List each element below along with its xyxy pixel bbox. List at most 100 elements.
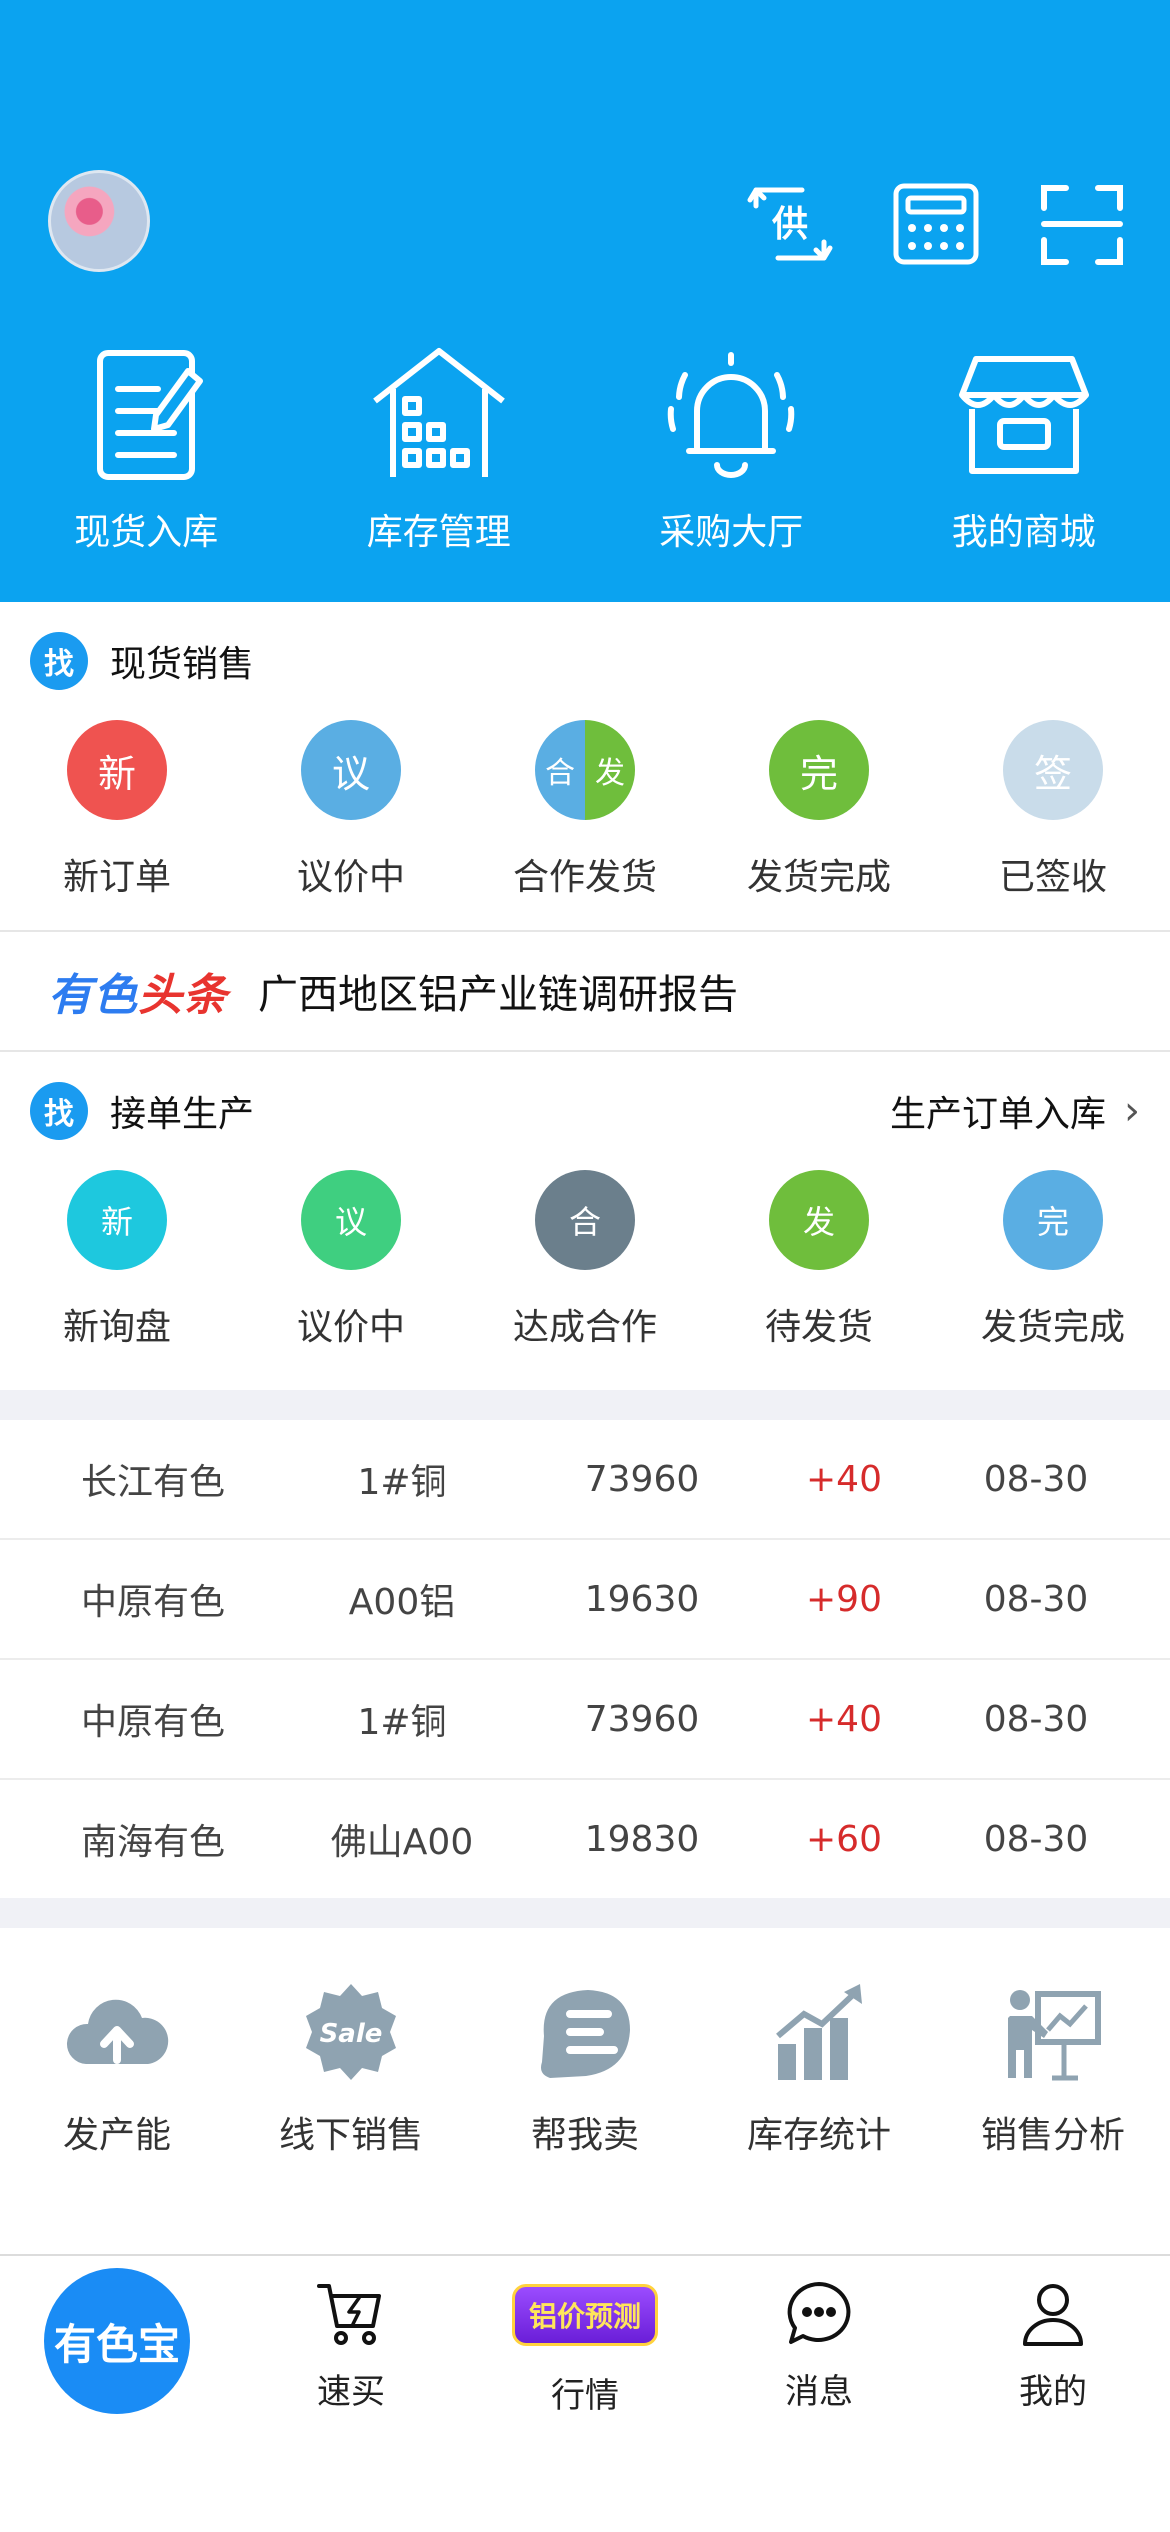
- cloud-upload-icon: [66, 1999, 169, 2064]
- tab-label: 消息: [785, 2372, 853, 2412]
- tool-offline-sales[interactable]: Sale 线下销售: [234, 1978, 468, 2198]
- price-value: 73960: [584, 1458, 700, 1500]
- tab-label: 我的: [1019, 2372, 1087, 2412]
- tool-help-me-sell[interactable]: 帮我卖: [468, 1978, 702, 2198]
- quick-action-inventory[interactable]: 库存管理: [293, 345, 586, 555]
- status-shipped[interactable]: 完 发货完成: [936, 1170, 1170, 1350]
- spot-sales-header: 找 现货销售: [0, 602, 1170, 720]
- status-signed[interactable]: 签 已签收: [936, 720, 1170, 900]
- quick-action-label: 现货入库: [74, 512, 219, 553]
- production-status-row: 新 新询盘 议 议价中 合 达成合作 发 待发货 完 发货完成: [0, 1170, 1170, 1390]
- status-label: 议价中: [296, 1307, 405, 1348]
- tab-label: 行情: [551, 2376, 619, 2416]
- status-shipped[interactable]: 完 发货完成: [702, 720, 936, 900]
- sale-badge-icon: Sale: [306, 1984, 396, 2080]
- tab-label: 速买: [317, 2372, 385, 2412]
- price-change: +40: [806, 1698, 882, 1740]
- cart-icon: [317, 2284, 381, 2345]
- news-headline-bar[interactable]: 有色头条 广西地区铝产业链调研报告: [0, 932, 1170, 1050]
- price-change: +60: [806, 1818, 882, 1860]
- chat-bubble-icon: [787, 2282, 851, 2344]
- tool-label: 帮我卖: [530, 2115, 639, 2156]
- section-title: 现货销售: [110, 644, 255, 685]
- price-value: 73960: [584, 1698, 700, 1740]
- supply-icon[interactable]: 供: [742, 176, 838, 272]
- status-label: 新订单: [62, 857, 171, 898]
- split-right: 发: [585, 720, 635, 820]
- news-headline[interactable]: 广西地区铝产业链调研报告: [258, 962, 738, 1020]
- find-badge: 找: [30, 632, 88, 690]
- quick-action-purchase-hall[interactable]: 采购大厅: [585, 345, 878, 555]
- tab-quick-buy[interactable]: 速买: [234, 2256, 468, 2426]
- price-date: 08-30: [983, 1578, 1089, 1620]
- price-value: 19830: [584, 1818, 700, 1860]
- tool-inventory-stats[interactable]: 库存统计: [702, 1978, 936, 2198]
- header-actions: 供: [742, 176, 1130, 272]
- status-circle: 发: [769, 1170, 869, 1270]
- section-title: 接单生产: [110, 1094, 255, 1135]
- price-table: 长江有色 1#铜 73960 +40 08-30 中原有色 A00铝 19630…: [0, 1420, 1170, 1898]
- status-circle: 签: [1003, 720, 1103, 820]
- price-date: 08-30: [983, 1458, 1089, 1500]
- tools-row: 发产能 Sale 线下销售 帮我卖 库存统计 销售分析: [0, 1928, 1170, 2198]
- status-circle: 新: [67, 720, 167, 820]
- tool-label: 库存统计: [746, 2115, 891, 2156]
- price-date: 08-30: [983, 1818, 1089, 1860]
- chevron-right-icon: ›: [1124, 1088, 1140, 1134]
- hand-help-icon: [541, 1990, 630, 2078]
- status-label: 发货完成: [980, 1307, 1125, 1348]
- price-market: 南海有色: [80, 1822, 225, 1863]
- price-value: 19630: [584, 1578, 700, 1620]
- user-avatar[interactable]: [48, 170, 150, 272]
- quick-actions: 现货入库 库存管理 采购大厅 我的商城: [0, 345, 1170, 555]
- status-label: 合作发货: [512, 857, 657, 898]
- tab-me[interactable]: 我的: [936, 2256, 1170, 2426]
- price-date: 08-30: [983, 1698, 1089, 1740]
- status-label: 已签收: [998, 857, 1107, 898]
- tab-messages[interactable]: 消息: [702, 2256, 936, 2426]
- status-agreed[interactable]: 合 达成合作: [468, 1170, 702, 1350]
- status-label: 议价中: [296, 857, 405, 898]
- tool-label: 销售分析: [980, 2115, 1125, 2156]
- split-left: 合: [535, 720, 585, 820]
- tool-publish-capacity[interactable]: 发产能: [0, 1978, 234, 2198]
- quick-action-stock-in[interactable]: 现货入库: [0, 345, 293, 555]
- quick-action-my-shop[interactable]: 我的商城: [878, 345, 1170, 555]
- price-product: 佛山A00: [330, 1822, 474, 1863]
- home-button[interactable]: 有色宝: [44, 2268, 190, 2414]
- production-order-stock-in-link[interactable]: 生产订单入库 ›: [890, 1085, 1140, 1137]
- warehouse-icon: [372, 348, 505, 477]
- price-row[interactable]: 中原有色 A00铝 19630 +90 08-30: [0, 1540, 1170, 1660]
- tool-label: 发产能: [62, 2115, 171, 2156]
- price-market: 中原有色: [80, 1582, 225, 1623]
- status-to-ship[interactable]: 发 待发货: [702, 1170, 936, 1350]
- section-gap: [0, 1390, 1170, 1420]
- main-content: 找 现货销售 新 新订单 议 议价中 合 发 合作发货 完 发货完成 签 已签收: [0, 602, 1170, 2198]
- calculator-icon[interactable]: [888, 176, 984, 272]
- status-new-inquiry[interactable]: 新 新询盘: [0, 1170, 234, 1350]
- tool-sales-analysis[interactable]: 销售分析: [936, 1978, 1170, 2198]
- status-new-order[interactable]: 新 新订单: [0, 720, 234, 900]
- status-label: 新询盘: [62, 1307, 171, 1348]
- status-circle: 合: [535, 1170, 635, 1270]
- scan-icon[interactable]: [1034, 176, 1130, 272]
- price-row[interactable]: 南海有色 佛山A00 19830 +60 08-30: [0, 1780, 1170, 1898]
- status-circle: 议: [301, 720, 401, 820]
- status-label: 达成合作: [512, 1307, 657, 1348]
- tab-market[interactable]: 铝价预测 行情: [468, 2256, 702, 2426]
- spot-sales-status-row: 新 新订单 议 议价中 合 发 合作发货 完 发货完成 签 已签收: [0, 720, 1170, 930]
- find-badge: 找: [30, 1082, 88, 1140]
- status-circle-split: 合 发: [535, 720, 635, 820]
- tool-label: 线下销售: [278, 2115, 423, 2156]
- status-negotiating[interactable]: 议 议价中: [234, 720, 468, 900]
- person-icon: [1023, 2284, 1083, 2346]
- quick-action-label: 采购大厅: [659, 512, 804, 553]
- price-market: 长江有色: [80, 1462, 225, 1503]
- status-cooperative-shipping[interactable]: 合 发 合作发货: [468, 720, 702, 900]
- quick-action-label: 我的商城: [951, 512, 1096, 553]
- aluminum-forecast-badge[interactable]: 铝价预测: [512, 2284, 658, 2346]
- price-row[interactable]: 长江有色 1#铜 73960 +40 08-30: [0, 1420, 1170, 1540]
- price-product: 1#铜: [357, 1702, 447, 1743]
- price-row[interactable]: 中原有色 1#铜 73960 +40 08-30: [0, 1660, 1170, 1780]
- status-negotiating[interactable]: 议 议价中: [234, 1170, 468, 1350]
